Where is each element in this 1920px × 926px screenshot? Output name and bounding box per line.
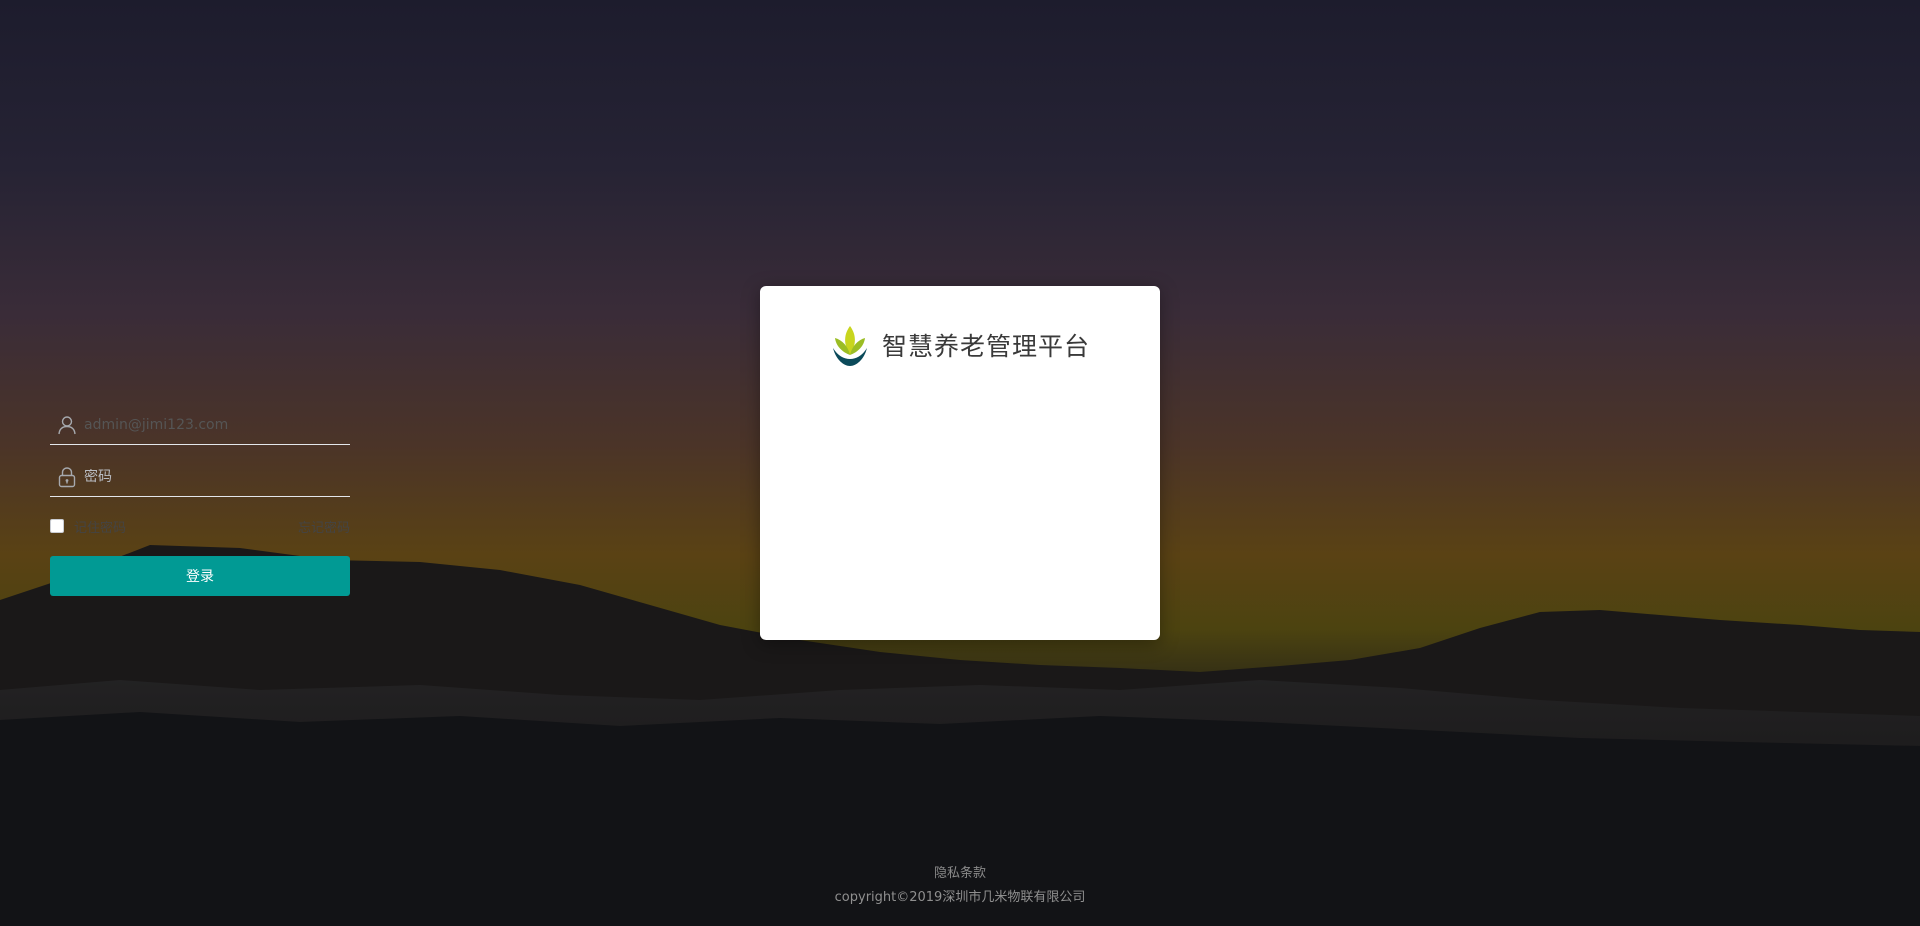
- username-field: [50, 406, 350, 445]
- login-button[interactable]: 登录: [50, 556, 350, 596]
- copyright-text: copyright©2019深圳市几米物联有限公司: [834, 890, 1086, 905]
- remember-password-toggle[interactable]: 记住密码: [50, 517, 126, 536]
- login-page: 智慧养老管理平台 记住密码 忘记密码 登录 隐私条款 copyright©201…: [0, 0, 1920, 926]
- platform-title: 智慧养老管理平台: [881, 332, 1090, 361]
- password-input[interactable]: [84, 469, 334, 485]
- login-card: 智慧养老管理平台: [760, 286, 1160, 640]
- remember-password-checkbox[interactable]: [50, 519, 64, 533]
- sprout-leaf-logo-icon: [832, 326, 867, 366]
- username-input[interactable]: [84, 417, 334, 433]
- privacy-policy-link[interactable]: 隐私条款: [0, 862, 1920, 881]
- login-options-row: 记住密码 忘记密码: [50, 512, 350, 540]
- forgot-password-link[interactable]: 忘记密码: [298, 517, 350, 536]
- lock-icon: [58, 467, 76, 488]
- remember-password-label: 记住密码: [74, 520, 127, 536]
- user-icon: [58, 416, 76, 435]
- password-field: [50, 458, 350, 497]
- brand-header: 智慧养老管理平台: [760, 320, 1160, 370]
